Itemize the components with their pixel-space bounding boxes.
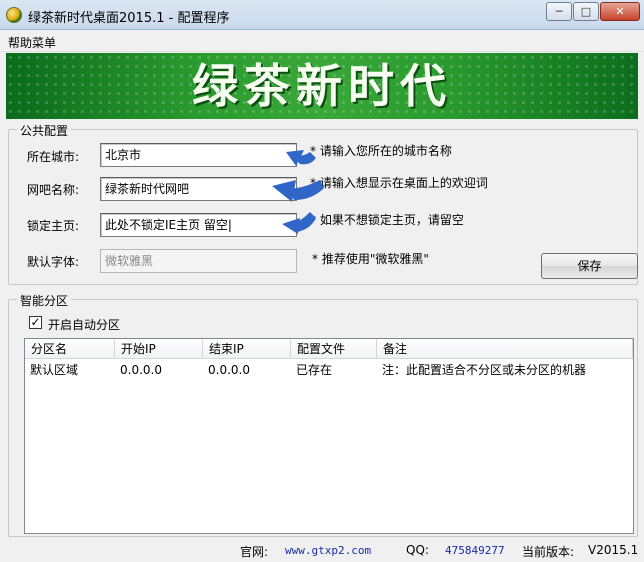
auto-partition-label[interactable]: 开启自动分区 xyxy=(48,316,120,333)
website-link[interactable]: www.gtxp2.com xyxy=(285,544,371,557)
menu-bar: 帮助菜单 xyxy=(0,31,644,52)
auto-partition-checkbox[interactable]: ✓ xyxy=(29,316,42,329)
maximize-button[interactable]: □ xyxy=(573,2,599,21)
banner: 绿茶新时代 xyxy=(6,53,638,119)
window-title: 绿茶新时代桌面2015.1 - 配置程序 xyxy=(28,11,230,26)
default-font-hint: * 推荐使用"微软雅黑" xyxy=(312,252,429,266)
public-config-legend: 公共配置 xyxy=(17,122,72,139)
column-end-ip[interactable]: 结束IP xyxy=(203,339,291,359)
config-window: 绿茶新时代桌面2015.1 - 配置程序 ─ □ ✕ 帮助菜单 绿茶新时代 公共… xyxy=(0,0,644,562)
default-font-input: 微软雅黑 xyxy=(100,249,297,273)
website-label: 官网: xyxy=(240,545,269,559)
cell-start-ip: 0.0.0.0 xyxy=(120,363,162,377)
version-label: 当前版本: xyxy=(522,545,575,559)
title-bar[interactable]: 绿茶新时代桌面2015.1 - 配置程序 ─ □ ✕ xyxy=(0,0,644,30)
cafe-name-label: 网吧名称: xyxy=(27,183,80,197)
cafe-name-hint: * 请输入想显示在桌面上的欢迎词 xyxy=(310,176,488,190)
cafe-name-input[interactable]: 绿茶新时代网吧 xyxy=(100,177,297,201)
city-label: 所在城市: xyxy=(27,150,80,164)
city-hint: * 请输入您所在的城市名称 xyxy=(310,144,452,158)
cell-end-ip: 0.0.0.0 xyxy=(208,363,250,377)
homepage-hint: * 如果不想锁定主页，请留空 xyxy=(310,213,464,227)
partition-list[interactable]: 分区名 开始IP 结束IP 配置文件 备注 默认区域 0.0.0.0 0.0.0… xyxy=(24,338,634,534)
banner-title: 绿茶新时代 xyxy=(192,59,452,113)
city-input[interactable]: 北京市 xyxy=(100,143,297,167)
homepage-input[interactable]: 此处不锁定IE主页 留空| xyxy=(100,213,297,237)
column-start-ip[interactable]: 开始IP xyxy=(115,339,203,359)
homepage-label: 锁定主页: xyxy=(27,219,80,233)
cell-partition-name: 默认区域 xyxy=(30,363,79,377)
column-remark[interactable]: 备注 xyxy=(377,339,633,359)
cell-remark: 注：此配置适合不分区或未分区的机器 xyxy=(382,363,587,377)
save-button[interactable]: 保存 xyxy=(541,253,638,279)
app-icon xyxy=(6,7,22,23)
cell-config-file: 已存在 xyxy=(296,363,333,377)
column-config-file[interactable]: 配置文件 xyxy=(291,339,377,359)
qq-number: 475849277 xyxy=(445,544,505,557)
menu-help[interactable]: 帮助菜单 xyxy=(8,34,56,51)
partition-list-header: 分区名 开始IP 结束IP 配置文件 备注 xyxy=(25,339,633,359)
close-button[interactable]: ✕ xyxy=(600,2,640,21)
smart-partition-legend: 智能分区 xyxy=(17,292,72,309)
column-partition-name[interactable]: 分区名 xyxy=(25,339,115,359)
minimize-button[interactable]: ─ xyxy=(546,2,572,21)
qq-label: QQ: xyxy=(406,543,429,557)
status-bar: 官网: www.gtxp2.com QQ: 475849277 当前版本: V2… xyxy=(0,540,644,562)
version-value: V2015.1 xyxy=(588,543,639,557)
default-font-label: 默认字体: xyxy=(27,255,80,269)
